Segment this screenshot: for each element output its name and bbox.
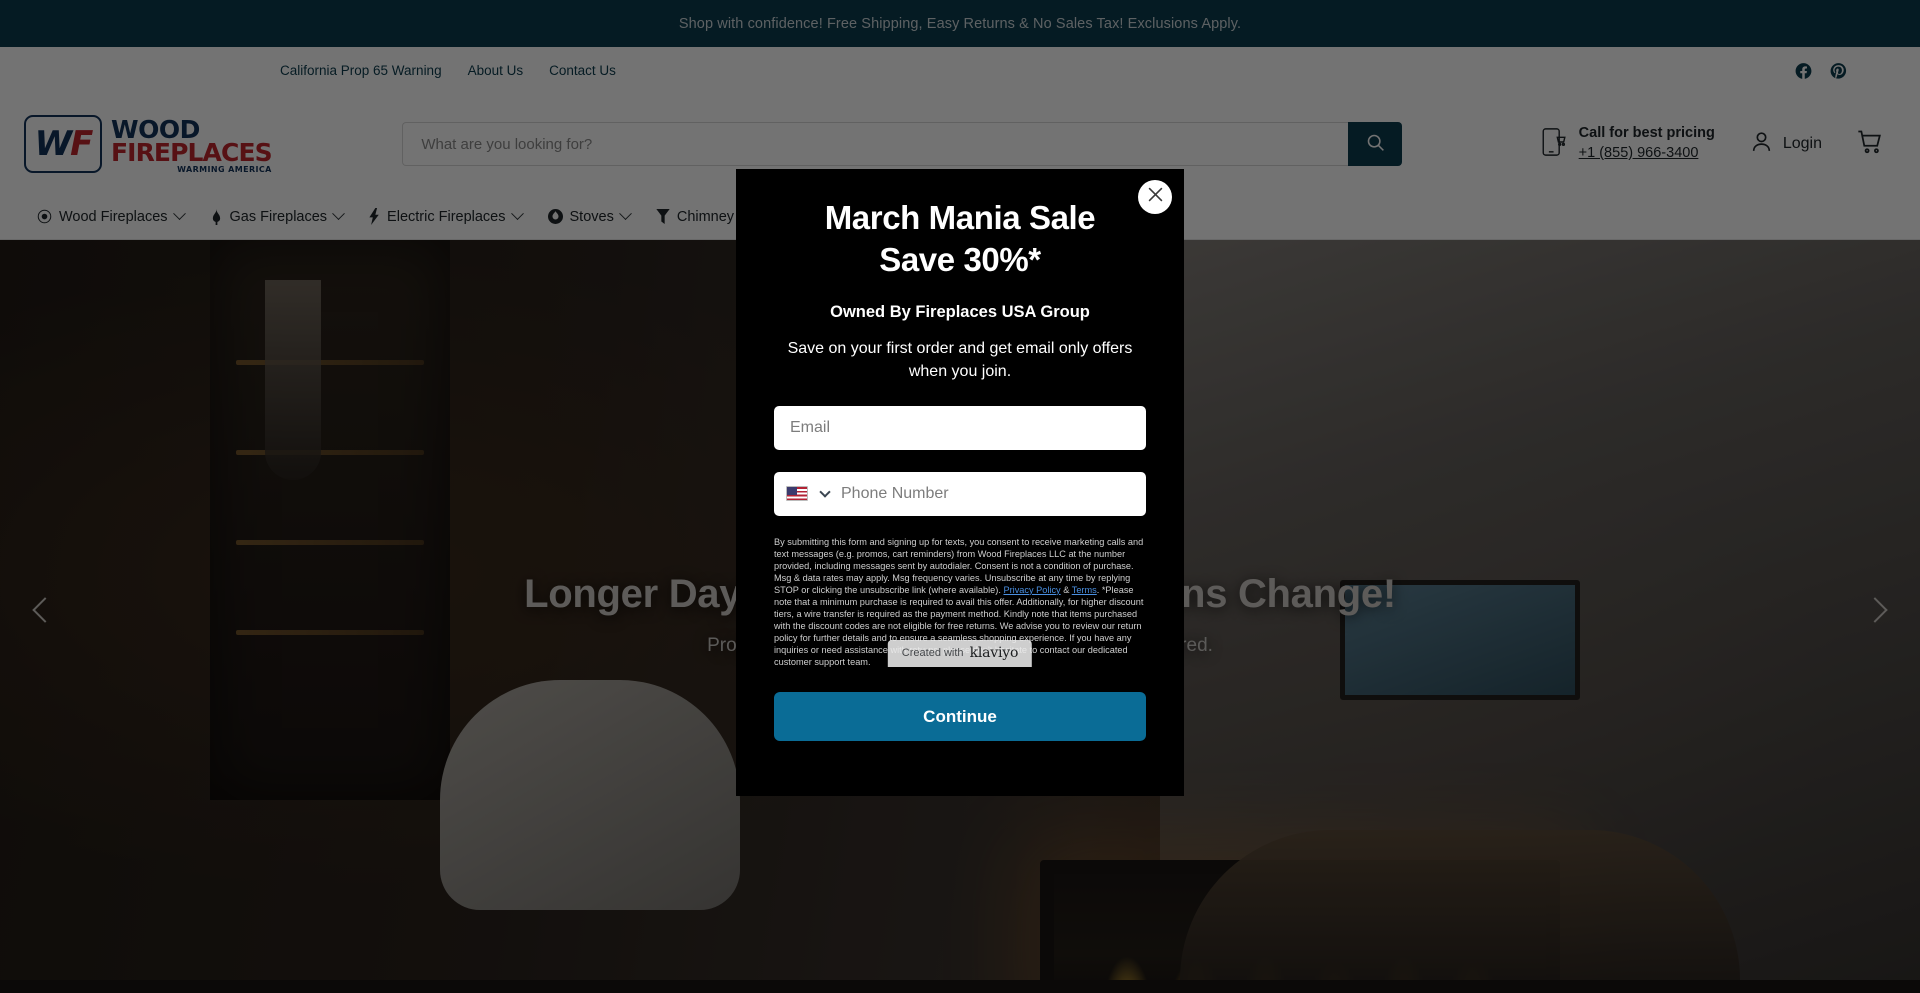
modal-subheading: Owned By Fireplaces USA Group <box>830 303 1090 322</box>
legal-amp: & <box>1060 584 1072 595</box>
klaviyo-brand: klaviyo <box>969 645 1019 661</box>
phone-field-wrapper <box>774 471 1146 516</box>
modal-heading-line1: March Mania Sale <box>824 199 1096 236</box>
continue-button[interactable]: Continue <box>774 692 1146 742</box>
klaviyo-prefix: Created with <box>901 647 964 659</box>
terms-link[interactable]: Terms <box>1072 585 1097 595</box>
close-icon <box>1147 186 1164 208</box>
us-flag-icon[interactable] <box>786 486 808 502</box>
phone-input[interactable] <box>841 471 1146 516</box>
newsletter-signup-modal: March Mania Sale Save 30%* Owned By Fire… <box>736 169 1184 796</box>
modal-heading: March Mania Sale Save 30%* <box>825 197 1096 280</box>
modal-close-button[interactable] <box>1138 180 1172 214</box>
klaviyo-badge: Created with klaviyo <box>887 640 1033 667</box>
chevron-down-icon[interactable] <box>819 485 831 498</box>
modal-heading-line2: Save 30%* <box>879 240 1041 278</box>
email-input[interactable] <box>790 405 1146 450</box>
modal-body-text: Save on your first order and get email o… <box>787 340 1133 381</box>
privacy-policy-link[interactable]: Privacy Policy <box>1003 585 1060 595</box>
email-field-wrapper <box>774 405 1146 450</box>
